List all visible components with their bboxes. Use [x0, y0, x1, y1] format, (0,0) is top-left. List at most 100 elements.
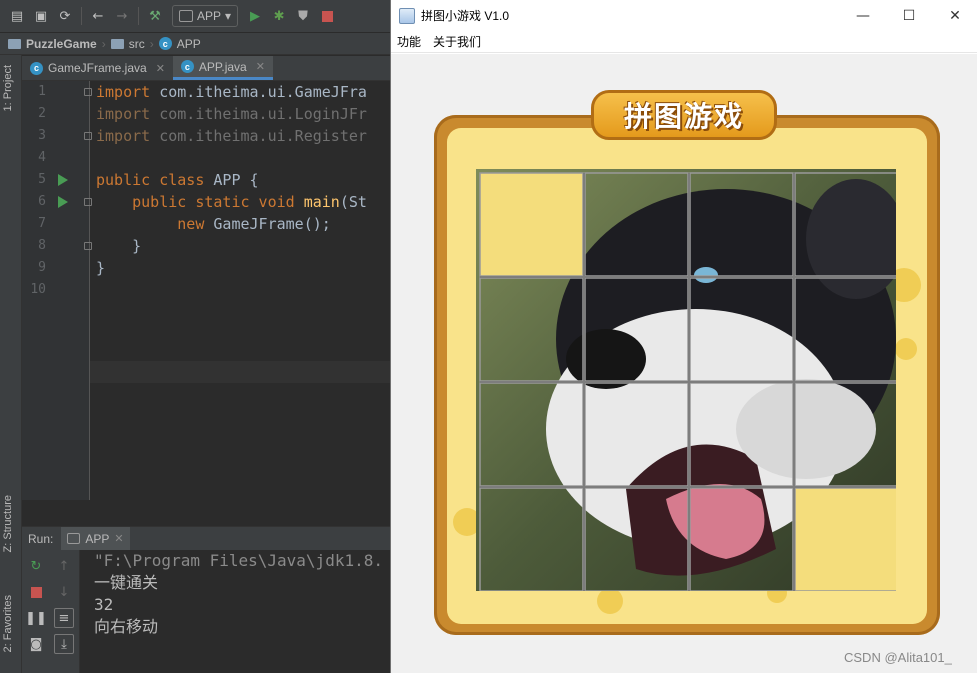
- console-line: 向右移动: [94, 617, 159, 636]
- close-icon[interactable]: ✕: [114, 532, 123, 545]
- minimize-button[interactable]: —: [840, 0, 886, 31]
- close-button[interactable]: ✕: [932, 0, 977, 31]
- game-logo: 拼图游戏: [591, 90, 777, 140]
- favorites-tool-tab[interactable]: 2: Favorites: [2, 595, 14, 652]
- menu-about-us[interactable]: 关于我们: [433, 33, 481, 50]
- line-number: 9: [38, 260, 46, 275]
- run-icon[interactable]: ▶: [244, 5, 266, 27]
- code-editor[interactable]: import com.itheima.ui.GameJFra import co…: [90, 81, 390, 500]
- breadcrumb-separator: ›: [101, 36, 106, 51]
- code-line: }: [96, 259, 106, 277]
- watermark: CSDN @Alita101_: [844, 650, 952, 665]
- puzzle-tile-empty[interactable]: [479, 172, 584, 277]
- game-logo-text: 拼图游戏: [623, 100, 744, 133]
- menu-function[interactable]: 功能: [397, 33, 421, 50]
- console-line: "F:\Program Files\Java\jdk1.8.: [94, 551, 383, 570]
- java-class-icon: c: [180, 60, 194, 73]
- run-panel-toolbar: ↻ ↑ ↓ ❚❚ ≡ ◙ ⤓: [22, 550, 80, 673]
- debug-bug-icon[interactable]: ✱: [268, 5, 290, 27]
- code-line: new GameJFrame();: [177, 215, 331, 233]
- java-class-icon: c: [30, 61, 43, 75]
- java-class-icon: c: [158, 37, 172, 50]
- tab-label: APP.java: [198, 59, 247, 74]
- run-class-gutter-icon[interactable]: [58, 174, 68, 186]
- line-number: 4: [38, 150, 46, 165]
- console-output[interactable]: "F:\Program Files\Java\jdk1.8. 一键通关 32 向…: [80, 550, 390, 673]
- ide-window: ▤ ▣ ⟳ ← → ⚒ APP ▾ ▶ ✱ ⛊ PuzzleGame › src…: [0, 0, 390, 673]
- src-folder-icon: [110, 38, 124, 49]
- puzzle-tile-empty[interactable]: [794, 487, 896, 591]
- line-number: 10: [30, 282, 46, 297]
- tab-gameframe[interactable]: c GameJFrame.java ✕: [22, 56, 173, 80]
- game-canvas: 拼图游戏 CSDN @Alita101_: [391, 54, 977, 673]
- build-hammer-icon[interactable]: ⚒: [144, 5, 166, 27]
- ide-toolbar: ▤ ▣ ⟳ ← → ⚒ APP ▾ ▶ ✱ ⛊: [0, 0, 390, 33]
- stop-icon[interactable]: [316, 5, 338, 27]
- toolbar-divider: [81, 7, 82, 25]
- tab-label: GameJFrame.java: [48, 61, 147, 75]
- structure-tool-tab[interactable]: Z: Structure: [2, 495, 14, 552]
- chevron-down-icon: ▾: [225, 9, 232, 23]
- line-number: 7: [38, 216, 46, 231]
- run-main-gutter-icon[interactable]: [58, 196, 68, 208]
- scroll-up-icon[interactable]: ↑: [54, 556, 74, 576]
- cheese-hole-decoration: [895, 338, 917, 360]
- run-panel-header: Run: APP ✕: [22, 526, 390, 551]
- run-config-icon: [179, 10, 193, 22]
- run-config-dropdown[interactable]: APP ▾: [172, 5, 239, 27]
- close-icon[interactable]: ✕: [156, 62, 165, 75]
- run-config-label: APP: [197, 9, 222, 23]
- line-number: 8: [38, 238, 46, 253]
- current-line-highlight: [90, 361, 390, 383]
- breadcrumb: PuzzleGame › src › c APP: [0, 33, 390, 55]
- code-line: }: [132, 237, 142, 255]
- pause-icon[interactable]: ❚❚: [25, 608, 47, 628]
- editor-tab-bar: c GameJFrame.java ✕ c APP.java ✕: [22, 56, 390, 81]
- open-folder-icon[interactable]: ▤: [6, 5, 28, 27]
- back-arrow-icon[interactable]: ←: [87, 5, 109, 27]
- close-icon[interactable]: ✕: [256, 60, 265, 73]
- run-config-icon: [67, 533, 81, 544]
- maximize-button[interactable]: ☐: [886, 0, 932, 31]
- code-line: import com.itheima.ui.LoginJFr: [96, 105, 367, 123]
- menu-bar: 功能 关于我们: [391, 31, 977, 53]
- puzzle-grid[interactable]: [476, 169, 896, 591]
- save-icon[interactable]: ▣: [30, 5, 52, 27]
- camera-icon[interactable]: ◙: [26, 634, 46, 654]
- console-line: 一键通关: [94, 573, 159, 592]
- run-tab-label: APP: [85, 531, 110, 546]
- editor-gutter: 1 2 3 4 5 6 7 8 9 10: [22, 81, 92, 500]
- run-tab-app[interactable]: APP ✕: [61, 526, 130, 551]
- line-number: 5: [38, 172, 46, 187]
- breadcrumb-src[interactable]: src: [129, 37, 145, 51]
- tool-window-strip: 1: Project Z: Structure 2: Favorites: [0, 55, 22, 673]
- line-number: 3: [38, 128, 46, 143]
- soft-wrap-icon[interactable]: ≡: [54, 608, 74, 628]
- rerun-icon[interactable]: ↻: [26, 556, 46, 576]
- java-app-icon: [399, 7, 415, 24]
- stop-icon[interactable]: [26, 582, 46, 602]
- window-titlebar: 拼图小游戏 V1.0 — ☐ ✕: [391, 0, 977, 31]
- breadcrumb-separator: ›: [149, 36, 154, 51]
- line-number: 2: [38, 106, 46, 121]
- forward-arrow-icon[interactable]: →: [111, 5, 133, 27]
- project-tool-tab[interactable]: 1: Project: [2, 65, 14, 111]
- sync-icon[interactable]: ⟳: [54, 5, 76, 27]
- code-line: public static void main(St: [132, 193, 367, 211]
- window-title: 拼图小游戏 V1.0: [421, 9, 510, 23]
- coverage-shield-icon[interactable]: ⛊: [292, 5, 314, 27]
- code-line: public class APP {: [96, 171, 259, 189]
- line-number: 1: [38, 84, 46, 99]
- run-panel-label: Run:: [28, 531, 54, 546]
- breadcrumb-project[interactable]: PuzzleGame: [26, 37, 97, 51]
- cheese-hole-decoration: [597, 588, 623, 614]
- tab-app[interactable]: c APP.java ✕: [172, 56, 273, 80]
- toolbar-divider: [138, 7, 139, 25]
- console-line: 32: [94, 595, 114, 614]
- line-number: 6: [38, 194, 46, 209]
- breadcrumb-class[interactable]: APP: [177, 37, 201, 51]
- scroll-to-end-icon[interactable]: ⤓: [54, 634, 74, 654]
- code-line: import com.itheima.ui.GameJFra: [96, 83, 367, 101]
- scroll-down-icon[interactable]: ↓: [54, 582, 74, 602]
- game-window: 拼图小游戏 V1.0 — ☐ ✕ 功能 关于我们 拼图游戏 CSDN @Alit…: [390, 0, 977, 673]
